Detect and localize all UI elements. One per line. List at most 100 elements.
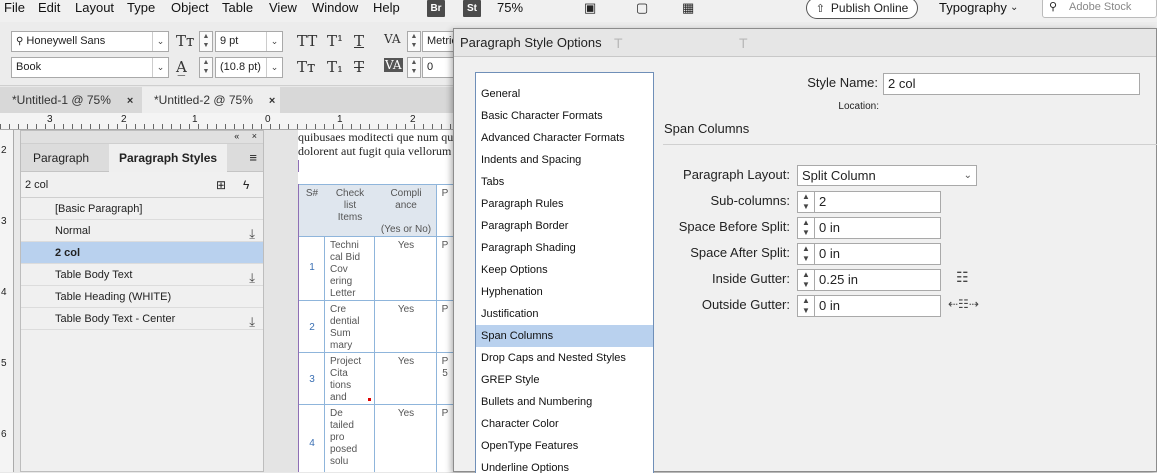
space-before-split-input[interactable]: 0 in (814, 217, 941, 239)
chevron-down-icon[interactable]: ⌄ (152, 32, 168, 51)
inside-gutter-stepper[interactable]: ▲ ▼ (797, 269, 814, 291)
category-opentype-features[interactable]: OpenType Features (476, 435, 653, 457)
paragraph-layout-label: Paragraph Layout: (683, 167, 790, 182)
category-justification[interactable]: Justification (476, 303, 653, 325)
chevron-down-icon[interactable]: ⌄ (266, 32, 282, 51)
space-after-split-stepper[interactable]: ▲ ▼ (797, 243, 814, 265)
close-icon[interactable]: × (127, 95, 133, 107)
category-underline-options[interactable]: Underline Options (476, 457, 653, 473)
subscript-icon[interactable]: T₁ (327, 58, 343, 76)
font-size-icon: Tт (176, 32, 195, 50)
tracking-stepper[interactable]: ▲ ▼ (407, 57, 421, 78)
category-drop-caps-nested-styles[interactable]: Drop Caps and Nested Styles (476, 347, 653, 369)
tab-paragraph[interactable]: Paragraph (23, 144, 99, 172)
space-before-split-stepper[interactable]: ▲ ▼ (797, 217, 814, 239)
vertical-ruler[interactable]: 2 3 4 5 6 (0, 130, 14, 472)
view-options-icon[interactable]: ▢ (636, 0, 648, 16)
publish-online-button[interactable]: ⇧ Publish Online (806, 0, 918, 19)
style-item-2-col[interactable]: 2 col (21, 242, 263, 264)
stock-button[interactable]: St (463, 0, 481, 17)
category-bullets-numbering[interactable]: Bullets and Numbering (476, 391, 653, 413)
ruler-number: 3 (1, 216, 7, 227)
close-icon[interactable]: × (269, 95, 275, 107)
table-cell: 2 (309, 322, 315, 333)
font-family-field[interactable]: ⚲ Honeywell Sans ⌄ (11, 31, 169, 52)
category-hyphenation[interactable]: Hyphenation (476, 281, 653, 303)
chevron-down-icon[interactable]: ⌄ (152, 58, 168, 77)
new-style-from-selection-icon[interactable]: ⊞ (216, 172, 226, 198)
menu-file[interactable]: File (4, 0, 25, 15)
dialog-title-bar[interactable]: Paragraph Style Options T T (454, 29, 1156, 57)
leading-stepper[interactable]: ▲ ▼ (199, 57, 213, 78)
arrange-documents-icon[interactable]: ▦ (682, 0, 694, 16)
style-item-table-body-text[interactable]: Table Body Text ⤓ (21, 264, 263, 286)
workspace-switcher[interactable]: Typography (939, 0, 1007, 15)
menu-help[interactable]: Help (373, 0, 400, 15)
text-cursor (298, 160, 299, 172)
font-style-field[interactable]: Book ⌄ (11, 57, 169, 78)
style-item-table-body-text-center[interactable]: Table Body Text - Center ⤓ (21, 308, 263, 330)
cell-line: 5 (442, 368, 448, 379)
tab-untitled-2[interactable]: *Untitled-2 @ 75% × (142, 87, 280, 113)
menu-type[interactable]: Type (127, 0, 155, 15)
chevron-down-icon[interactable]: ⌄ (266, 58, 282, 77)
category-paragraph-shading[interactable]: Paragraph Shading (476, 237, 653, 259)
style-item-normal[interactable]: Normal ⤓ (21, 220, 263, 242)
panel-menu-icon[interactable]: ≡ (249, 150, 257, 165)
zoom-level[interactable]: 75% (497, 0, 523, 15)
style-item-table-heading-white[interactable]: Table Heading (WHITE) (21, 286, 263, 308)
horizontal-ruler[interactable]: 3 2 1 0 1 2 (0, 113, 455, 130)
category-tabs[interactable]: Tabs (476, 171, 653, 193)
strikethrough-icon[interactable]: T (354, 58, 364, 76)
ghost-icon: T (739, 35, 748, 51)
menu-view[interactable]: View (269, 0, 297, 15)
category-character-color[interactable]: Character Color (476, 413, 653, 435)
sub-columns-input[interactable]: 2 (814, 191, 941, 213)
space-after-split-input[interactable]: 0 in (814, 243, 941, 265)
style-item-basic-paragraph[interactable]: [Basic Paragraph] (21, 198, 263, 220)
outside-gutter-stepper[interactable]: ▲ ▼ (797, 295, 814, 317)
sub-columns-stepper[interactable]: ▲ ▼ (797, 191, 814, 213)
category-basic-character-formats[interactable]: Basic Character Formats (476, 105, 653, 127)
category-span-columns[interactable]: Span Columns (476, 325, 653, 347)
quick-apply-icon[interactable]: ϟ (243, 172, 249, 198)
cell-line: tions (330, 380, 352, 391)
leading-field[interactable]: (10.8 pt) ⌄ (215, 57, 283, 78)
document-tab-bar: *Untitled-1 @ 75% × *Untitled-2 @ 75% × (0, 87, 455, 113)
style-name-input[interactable]: 2 col (883, 73, 1140, 95)
inside-gutter-input[interactable]: 0.25 in (814, 269, 941, 291)
font-size-field[interactable]: 9 pt ⌄ (215, 31, 283, 52)
menu-window[interactable]: Window (312, 0, 358, 15)
font-size-stepper[interactable]: ▲ ▼ (199, 31, 213, 52)
tab-untitled-1[interactable]: *Untitled-1 @ 75% × (0, 87, 140, 113)
category-grep-style[interactable]: GREP Style (476, 369, 653, 391)
stock-search-input[interactable]: ⚲ Adobe Stock (1042, 0, 1157, 18)
paragraph-styles-panel: « × Paragraph Paragraph Styles ≡ 2 col ⊞… (20, 130, 264, 472)
category-indents-and-spacing[interactable]: Indents and Spacing (476, 149, 653, 171)
category-paragraph-rules[interactable]: Paragraph Rules (476, 193, 653, 215)
table-cell: 1 (309, 262, 315, 273)
category-advanced-character-formats[interactable]: Advanced Character Formats (476, 127, 653, 149)
paragraph-layout-select[interactable]: Split Column ⌄ (797, 165, 977, 186)
menu-table[interactable]: Table (222, 0, 253, 15)
kerning-stepper[interactable]: ▲ ▼ (407, 31, 421, 52)
current-style-row: 2 col ⊞ ϟ (21, 172, 263, 198)
small-caps-icon[interactable]: Tт (297, 58, 315, 76)
bridge-button[interactable]: Br (427, 0, 445, 17)
category-keep-options[interactable]: Keep Options (476, 259, 653, 281)
table-cell: P (441, 240, 449, 251)
screen-mode-icon[interactable]: ▣ (584, 0, 596, 16)
document-page[interactable]: quibusaes moditecti que num qu dolorent … (298, 130, 455, 472)
category-general[interactable]: General (476, 83, 653, 105)
collapse-icon[interactable]: « (234, 131, 239, 141)
menu-edit[interactable]: Edit (38, 0, 60, 15)
close-icon[interactable]: × (252, 131, 257, 141)
menu-layout[interactable]: Layout (75, 0, 114, 15)
category-paragraph-border[interactable]: Paragraph Border (476, 215, 653, 237)
menu-object[interactable]: Object (171, 0, 209, 15)
tab-paragraph-styles[interactable]: Paragraph Styles (109, 144, 228, 172)
superscript-icon[interactable]: T¹ (327, 32, 343, 50)
all-caps-icon[interactable]: TT (297, 32, 317, 50)
outside-gutter-input[interactable]: 0 in (814, 295, 941, 317)
underline-icon[interactable]: T (354, 32, 364, 50)
